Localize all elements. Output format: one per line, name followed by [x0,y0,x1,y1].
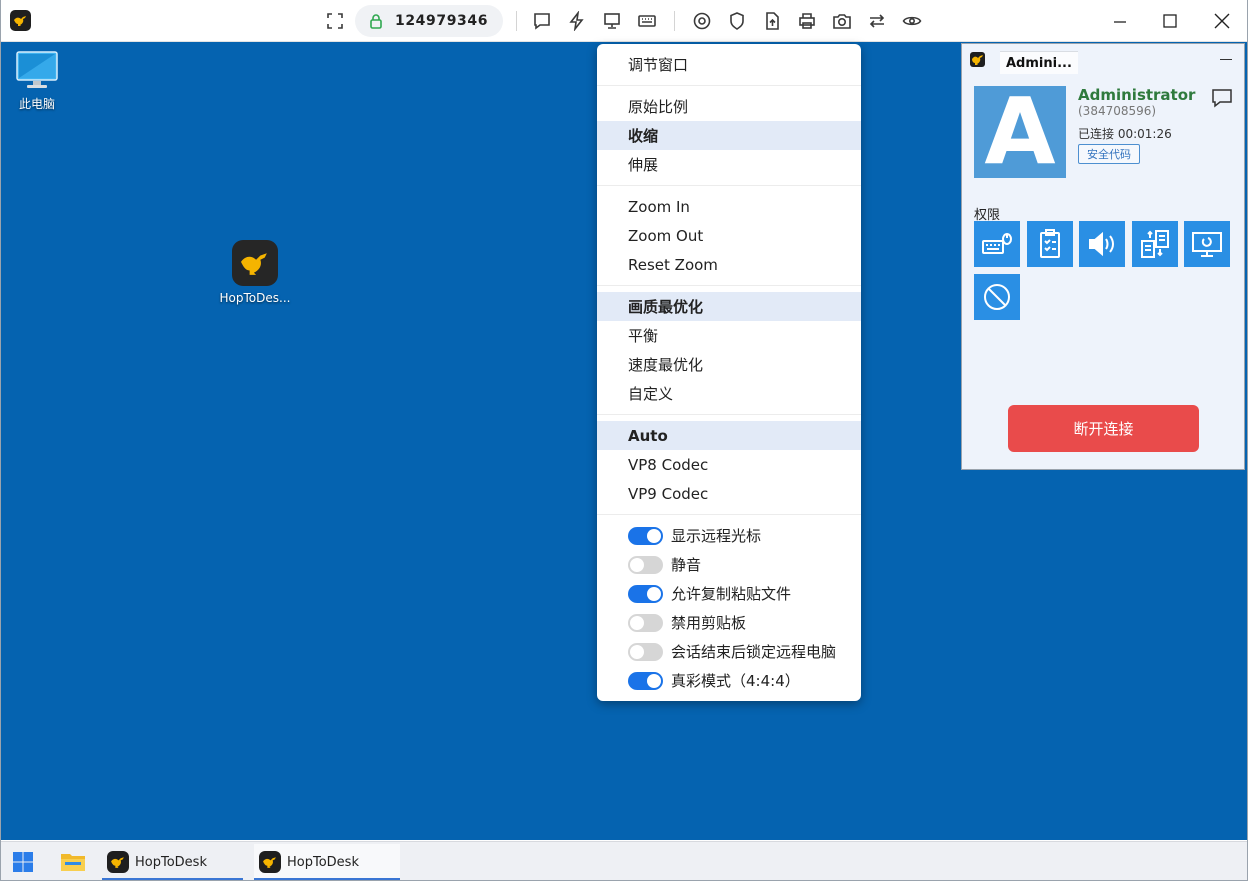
toggle-allow-file-copy-paste[interactable]: 允许复制粘贴文件 [597,579,861,608]
disconnect-button[interactable]: 断开连接 [1008,405,1199,452]
toggle-disable-clipboard[interactable]: 禁用剪贴板 [597,608,861,637]
toggle-label: 会话结束后锁定远程电脑 [671,643,837,661]
keyboard-mouse-icon[interactable] [974,221,1020,267]
menu-item-zoom-in[interactable]: Zoom In [597,192,861,221]
panel-minimize-icon[interactable] [1220,59,1232,60]
chat-icon[interactable] [1211,88,1233,108]
security-code-button[interactable]: 安全代码 [1078,144,1140,164]
hoptodesk-logo-icon [970,52,985,67]
user-id: (384708596) [1078,104,1157,118]
menu-item-stretch[interactable]: 伸展 [597,150,861,179]
toggle-lock-after-session[interactable]: 会话结束后锁定远程电脑 [597,637,861,666]
taskbar: HopToDesk HopToDesk [1,841,1247,880]
hoptodesk-icon [259,851,281,873]
toggle-switch[interactable] [628,613,663,632]
close-icon[interactable] [1208,8,1236,34]
hoptodesk-icon [107,851,129,873]
chat-icon[interactable] [530,9,554,33]
window-border [0,0,1,881]
remote-toolbar: 124979346 [0,0,1248,42]
minimize-icon[interactable] [1106,8,1134,34]
toggle-switch[interactable] [628,671,663,690]
session-id-pill: 124979346 [355,5,503,37]
toggle-switch[interactable] [628,555,663,574]
desktop-icon-this-pc[interactable]: 此电脑 [9,50,65,112]
taskbar-item-label: HopToDesk [135,854,207,870]
hoptodesk-icon [232,240,278,286]
menu-divider [597,185,861,186]
toggle-switch[interactable] [628,642,663,661]
avatar: A [974,86,1066,178]
menu-divider [597,285,861,286]
menu-item-quality-best[interactable]: 画质最优化 [597,292,861,321]
desktop-icon-hoptodesk[interactable]: HopToDes... [219,240,291,305]
menu-divider [597,414,861,415]
file-explorer-icon[interactable] [60,850,86,872]
desktop-icon-label: HopToDes... [219,291,291,305]
camera-icon[interactable] [830,9,854,33]
eye-icon[interactable] [900,9,924,33]
maximize-icon[interactable] [1156,8,1184,34]
taskbar-item-hoptodesk[interactable]: HopToDesk [102,844,243,880]
menu-item-shrink[interactable]: 收缩 [597,121,861,150]
connection-status: 已连接 00:01:26 [1078,127,1172,141]
menu-item-speed-best[interactable]: 速度最优化 [597,350,861,379]
shield-icon[interactable] [725,9,749,33]
block-icon[interactable] [974,274,1020,320]
clipboard-icon[interactable] [1027,221,1073,267]
lock-icon [367,12,385,30]
audio-icon[interactable] [1079,221,1125,267]
menu-item-codec-auto[interactable]: Auto [597,421,861,450]
display-icon[interactable] [600,9,624,33]
menu-item-zoom-out[interactable]: Zoom Out [597,221,861,250]
hoptodesk-logo-icon [10,10,31,31]
toggle-label: 静音 [671,556,702,574]
taskbar-item-hoptodesk[interactable]: HopToDesk [254,844,400,880]
toggle-label: 显示远程光标 [671,527,762,545]
toggle-true-color[interactable]: 真彩模式（4:4:4） [597,666,861,695]
lightning-icon[interactable] [565,9,589,33]
menu-item-codec-vp9[interactable]: VP9 Codec [597,479,861,508]
menu-item-reset-zoom[interactable]: Reset Zoom [597,250,861,279]
user-name: Administrator [1078,86,1196,104]
menu-item-codec-vp8[interactable]: VP8 Codec [597,450,861,479]
file-upload-icon[interactable] [760,9,784,33]
menu-divider [597,514,861,515]
file-transfer-icon[interactable] [1132,221,1178,267]
keyboard-icon[interactable] [635,9,659,33]
print-icon[interactable] [795,9,819,33]
desktop-icon-label: 此电脑 [18,97,55,111]
fullscreen-icon[interactable] [323,9,347,33]
toggle-show-remote-cursor[interactable]: 显示远程光标 [597,521,861,550]
toggle-switch[interactable] [628,584,663,603]
taskbar-item-label: HopToDesk [287,854,359,870]
start-icon[interactable] [12,851,34,873]
session-id: 124979346 [395,13,489,29]
panel-tab-user[interactable]: Admini... [1000,51,1078,74]
remote-restart-icon[interactable] [1184,221,1230,267]
connection-panel: Admini... A Administrator (384708596) 已连… [961,43,1245,470]
computer-icon [16,51,58,88]
toolbar-divider [516,11,517,31]
menu-item-balanced[interactable]: 平衡 [597,321,861,350]
toggle-label: 真彩模式（4:4:4） [671,672,800,690]
menu-item-adjust-window[interactable]: 调节窗口 [597,50,861,79]
panel-tabbar: Admini... [962,44,1244,74]
toolbar-divider [674,11,675,31]
menu-item-original-ratio[interactable]: 原始比例 [597,92,861,121]
toggle-label: 允许复制粘贴文件 [671,585,792,603]
menu-item-custom[interactable]: 自定义 [597,379,861,408]
toggle-label: 禁用剪贴板 [671,614,747,632]
toggle-switch[interactable] [628,526,663,545]
switch-icon[interactable] [865,9,889,33]
target-icon[interactable] [690,9,714,33]
menu-divider [597,85,861,86]
toggle-mute[interactable]: 静音 [597,550,861,579]
display-settings-menu: 调节窗口 原始比例 收缩 伸展 Zoom In Zoom Out Reset Z… [597,44,861,701]
